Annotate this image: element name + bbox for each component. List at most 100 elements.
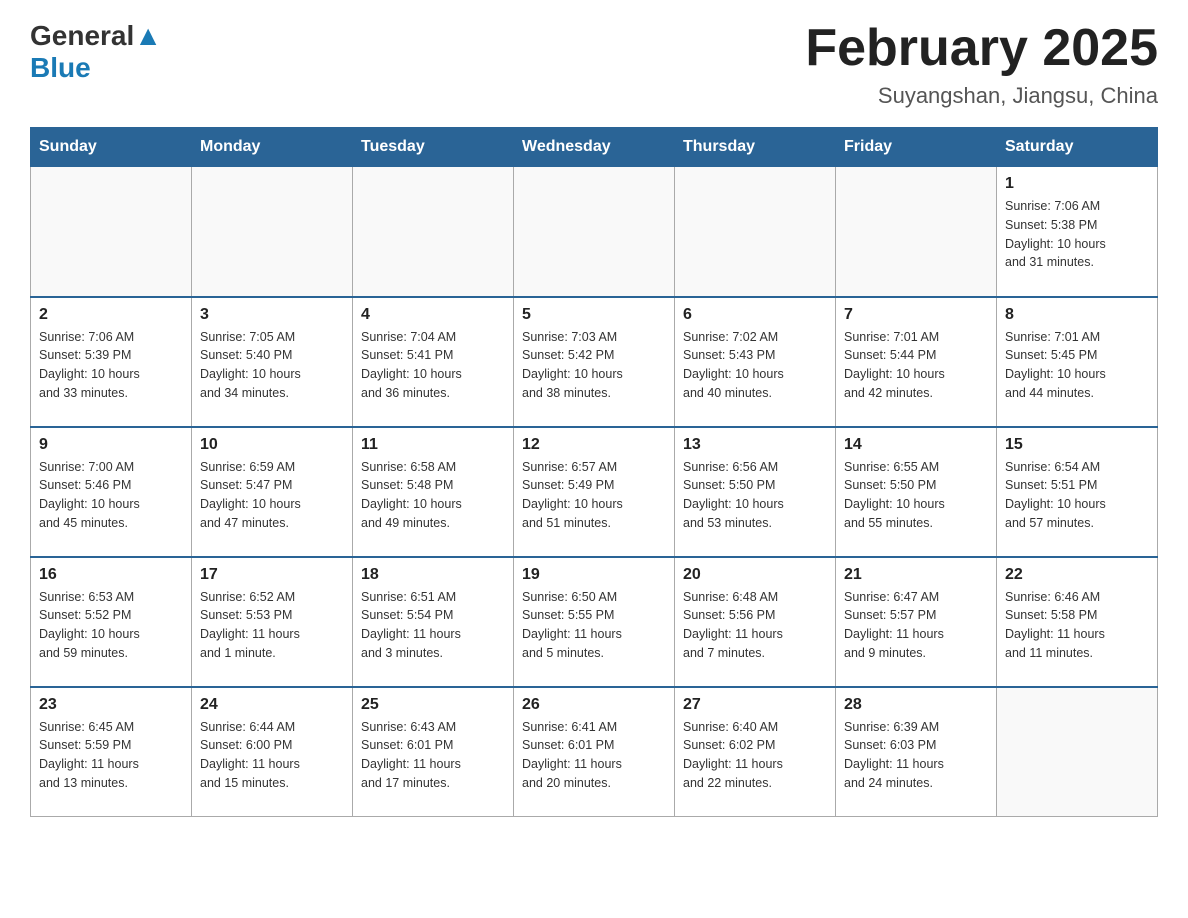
- calendar-cell: 16 Sunrise: 6:53 AM Sunset: 5:52 PM Dayli…: [31, 557, 192, 687]
- day-info: Sunrise: 7:06 AM Sunset: 5:39 PM Dayligh…: [39, 328, 183, 403]
- day-number: 12: [522, 436, 666, 454]
- calendar-cell: 3 Sunrise: 7:05 AM Sunset: 5:40 PM Daylig…: [192, 297, 353, 427]
- day-header-sunday: Sunday: [31, 128, 192, 167]
- calendar-cell: [192, 167, 353, 297]
- day-number: 11: [361, 436, 505, 454]
- day-number: 13: [683, 436, 827, 454]
- calendar-cell: 23 Sunrise: 6:45 AM Sunset: 5:59 PM Dayli…: [31, 687, 192, 817]
- calendar-cell: 10Sunrise: 6:59 AM Sunset: 5:47 PM Dayli…: [192, 427, 353, 557]
- calendar-cell: 22 Sunrise: 6:46 AM Sunset: 5:58 PM Dayli…: [997, 557, 1158, 687]
- day-number: 23: [39, 696, 183, 714]
- calendar-cell: 13 Sunrise: 6:56 AM Sunset: 5:50 PM Dayli…: [675, 427, 836, 557]
- calendar-cell: [353, 167, 514, 297]
- day-info: Sunrise: 7:06 AM Sunset: 5:38 PM Dayligh…: [1005, 197, 1149, 272]
- day-info: Sunrise: 6:50 AM Sunset: 5:55 PM Dayligh…: [522, 588, 666, 663]
- day-header-friday: Friday: [836, 128, 997, 167]
- day-number: 3: [200, 306, 344, 324]
- day-info: Sunrise: 6:51 AM Sunset: 5:54 PM Dayligh…: [361, 588, 505, 663]
- calendar-cell: 11 Sunrise: 6:58 AM Sunset: 5:48 PM Dayli…: [353, 427, 514, 557]
- day-number: 19: [522, 566, 666, 584]
- calendar-cell: 7 Sunrise: 7:01 AM Sunset: 5:44 PM Daylig…: [836, 297, 997, 427]
- day-number: 9: [39, 436, 183, 454]
- calendar-cell: [675, 167, 836, 297]
- day-info: Sunrise: 6:52 AM Sunset: 5:53 PM Dayligh…: [200, 588, 344, 663]
- day-header-thursday: Thursday: [675, 128, 836, 167]
- day-info: Sunrise: 7:02 AM Sunset: 5:43 PM Dayligh…: [683, 328, 827, 403]
- calendar-cell: 5Sunrise: 7:03 AM Sunset: 5:42 PM Daylig…: [514, 297, 675, 427]
- day-info: Sunrise: 6:43 AM Sunset: 6:01 PM Dayligh…: [361, 718, 505, 793]
- day-number: 22: [1005, 566, 1149, 584]
- day-info: Sunrise: 7:04 AM Sunset: 5:41 PM Dayligh…: [361, 328, 505, 403]
- day-info: Sunrise: 6:46 AM Sunset: 5:58 PM Dayligh…: [1005, 588, 1149, 663]
- week-row-3: 9 Sunrise: 7:00 AM Sunset: 5:46 PM Daylig…: [31, 427, 1158, 557]
- day-info: Sunrise: 6:58 AM Sunset: 5:48 PM Dayligh…: [361, 458, 505, 533]
- calendar-cell: 28 Sunrise: 6:39 AM Sunset: 6:03 PM Dayli…: [836, 687, 997, 817]
- days-header-row: SundayMondayTuesdayWednesdayThursdayFrid…: [31, 128, 1158, 167]
- day-number: 14: [844, 436, 988, 454]
- calendar-cell: 4 Sunrise: 7:04 AM Sunset: 5:41 PM Daylig…: [353, 297, 514, 427]
- week-row-5: 23 Sunrise: 6:45 AM Sunset: 5:59 PM Dayli…: [31, 687, 1158, 817]
- day-info: Sunrise: 6:59 AM Sunset: 5:47 PM Dayligh…: [200, 458, 344, 533]
- day-number: 27: [683, 696, 827, 714]
- calendar-cell: 25 Sunrise: 6:43 AM Sunset: 6:01 PM Dayli…: [353, 687, 514, 817]
- day-number: 4: [361, 306, 505, 324]
- title-area: February 2025 Suyangshan, Jiangsu, China: [805, 20, 1158, 109]
- day-info: Sunrise: 6:55 AM Sunset: 5:50 PM Dayligh…: [844, 458, 988, 533]
- day-info: Sunrise: 6:56 AM Sunset: 5:50 PM Dayligh…: [683, 458, 827, 533]
- day-number: 18: [361, 566, 505, 584]
- calendar-cell: 6 Sunrise: 7:02 AM Sunset: 5:43 PM Daylig…: [675, 297, 836, 427]
- day-number: 16: [39, 566, 183, 584]
- calendar-cell: [836, 167, 997, 297]
- calendar-cell: [997, 687, 1158, 817]
- calendar-cell: 9 Sunrise: 7:00 AM Sunset: 5:46 PM Daylig…: [31, 427, 192, 557]
- calendar-cell: 20Sunrise: 6:48 AM Sunset: 5:56 PM Dayli…: [675, 557, 836, 687]
- day-info: Sunrise: 6:40 AM Sunset: 6:02 PM Dayligh…: [683, 718, 827, 793]
- day-number: 2: [39, 306, 183, 324]
- calendar-cell: [31, 167, 192, 297]
- day-number: 26: [522, 696, 666, 714]
- day-info: Sunrise: 6:57 AM Sunset: 5:49 PM Dayligh…: [522, 458, 666, 533]
- day-info: Sunrise: 6:54 AM Sunset: 5:51 PM Dayligh…: [1005, 458, 1149, 533]
- day-number: 28: [844, 696, 988, 714]
- calendar-cell: 27 Sunrise: 6:40 AM Sunset: 6:02 PM Dayli…: [675, 687, 836, 817]
- calendar-cell: 15Sunrise: 6:54 AM Sunset: 5:51 PM Dayli…: [997, 427, 1158, 557]
- week-row-2: 2 Sunrise: 7:06 AM Sunset: 5:39 PM Daylig…: [31, 297, 1158, 427]
- calendar-cell: 2 Sunrise: 7:06 AM Sunset: 5:39 PM Daylig…: [31, 297, 192, 427]
- day-info: Sunrise: 7:00 AM Sunset: 5:46 PM Dayligh…: [39, 458, 183, 533]
- day-number: 1: [1005, 175, 1149, 193]
- day-header-monday: Monday: [192, 128, 353, 167]
- day-number: 25: [361, 696, 505, 714]
- day-number: 7: [844, 306, 988, 324]
- day-number: 6: [683, 306, 827, 324]
- calendar-cell: 26 Sunrise: 6:41 AM Sunset: 6:01 PM Dayli…: [514, 687, 675, 817]
- day-number: 20: [683, 566, 827, 584]
- logo-general-text: General▲: [30, 20, 162, 52]
- day-info: Sunrise: 6:45 AM Sunset: 5:59 PM Dayligh…: [39, 718, 183, 793]
- calendar-cell: 14 Sunrise: 6:55 AM Sunset: 5:50 PM Dayli…: [836, 427, 997, 557]
- calendar-table: SundayMondayTuesdayWednesdayThursdayFrid…: [30, 127, 1158, 817]
- calendar-cell: 21Sunrise: 6:47 AM Sunset: 5:57 PM Dayli…: [836, 557, 997, 687]
- calendar-cell: 19 Sunrise: 6:50 AM Sunset: 5:55 PM Dayli…: [514, 557, 675, 687]
- header: General▲ Blue February 2025 Suyangshan, …: [30, 20, 1158, 109]
- calendar-cell: 1 Sunrise: 7:06 AM Sunset: 5:38 PM Daylig…: [997, 167, 1158, 297]
- calendar-cell: 24Sunrise: 6:44 AM Sunset: 6:00 PM Dayli…: [192, 687, 353, 817]
- day-info: Sunrise: 6:41 AM Sunset: 6:01 PM Dayligh…: [522, 718, 666, 793]
- day-number: 21: [844, 566, 988, 584]
- logo: General▲ Blue: [30, 20, 162, 84]
- day-info: Sunrise: 7:03 AM Sunset: 5:42 PM Dayligh…: [522, 328, 666, 403]
- calendar-subtitle: Suyangshan, Jiangsu, China: [805, 83, 1158, 109]
- week-row-4: 16 Sunrise: 6:53 AM Sunset: 5:52 PM Dayli…: [31, 557, 1158, 687]
- day-header-wednesday: Wednesday: [514, 128, 675, 167]
- day-info: Sunrise: 7:05 AM Sunset: 5:40 PM Dayligh…: [200, 328, 344, 403]
- day-number: 8: [1005, 306, 1149, 324]
- day-info: Sunrise: 6:39 AM Sunset: 6:03 PM Dayligh…: [844, 718, 988, 793]
- day-info: Sunrise: 6:53 AM Sunset: 5:52 PM Dayligh…: [39, 588, 183, 663]
- calendar-cell: 17Sunrise: 6:52 AM Sunset: 5:53 PM Dayli…: [192, 557, 353, 687]
- calendar-cell: [514, 167, 675, 297]
- day-header-saturday: Saturday: [997, 128, 1158, 167]
- calendar-cell: 8Sunrise: 7:01 AM Sunset: 5:45 PM Daylig…: [997, 297, 1158, 427]
- day-info: Sunrise: 7:01 AM Sunset: 5:44 PM Dayligh…: [844, 328, 988, 403]
- calendar-cell: 18 Sunrise: 6:51 AM Sunset: 5:54 PM Dayli…: [353, 557, 514, 687]
- calendar-title: February 2025: [805, 20, 1158, 77]
- calendar-cell: 12 Sunrise: 6:57 AM Sunset: 5:49 PM Dayli…: [514, 427, 675, 557]
